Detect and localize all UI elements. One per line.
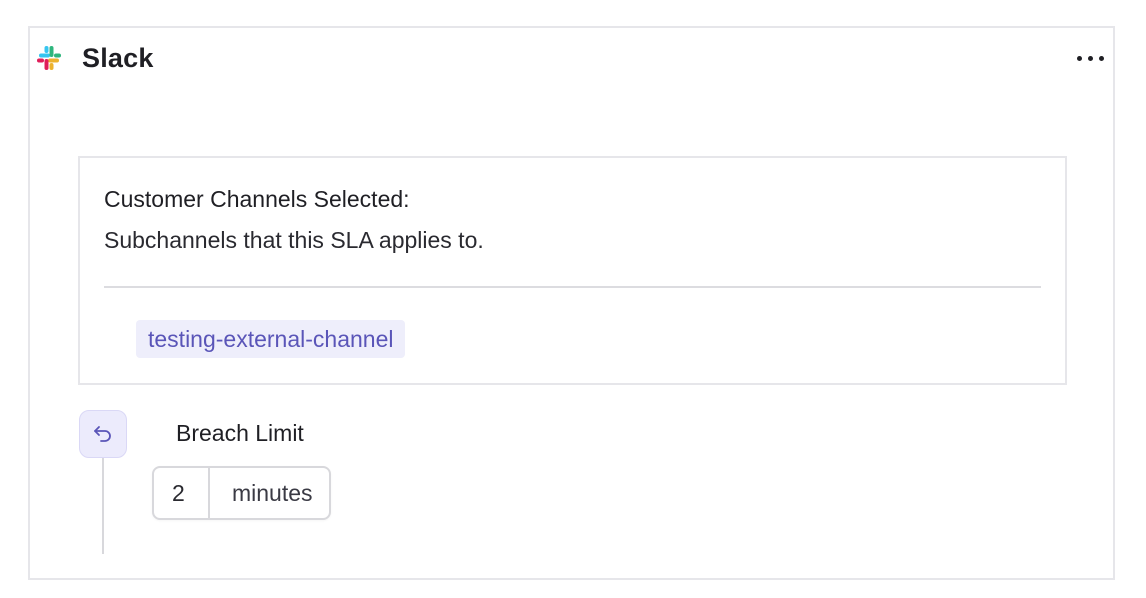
step-connector-line (102, 458, 104, 554)
channel-tag[interactable]: testing-external-channel (136, 320, 406, 358)
breach-step-button[interactable] (79, 410, 127, 458)
channels-subtitle: Subchannels that this SLA applies to. (104, 227, 484, 253)
breach-limit-input[interactable]: 2 minutes (152, 466, 331, 520)
breach-limit-value[interactable]: 2 (154, 468, 210, 518)
integration-title: Slack (82, 42, 154, 73)
divider (104, 286, 1041, 288)
undo-arrow-icon (94, 426, 111, 442)
channels-heading: Customer Channels Selected: (104, 186, 410, 212)
card-header: Slack (34, 40, 154, 76)
breach-limit-unit[interactable]: minutes (210, 468, 329, 518)
more-horizontal-icon (1076, 55, 1082, 61)
customer-channels-panel: Customer Channels Selected: Subchannels … (78, 156, 1067, 385)
breach-limit-label: Breach Limit (176, 420, 304, 446)
more-options-button[interactable] (1072, 40, 1108, 76)
slack-logo-icon (37, 46, 61, 70)
